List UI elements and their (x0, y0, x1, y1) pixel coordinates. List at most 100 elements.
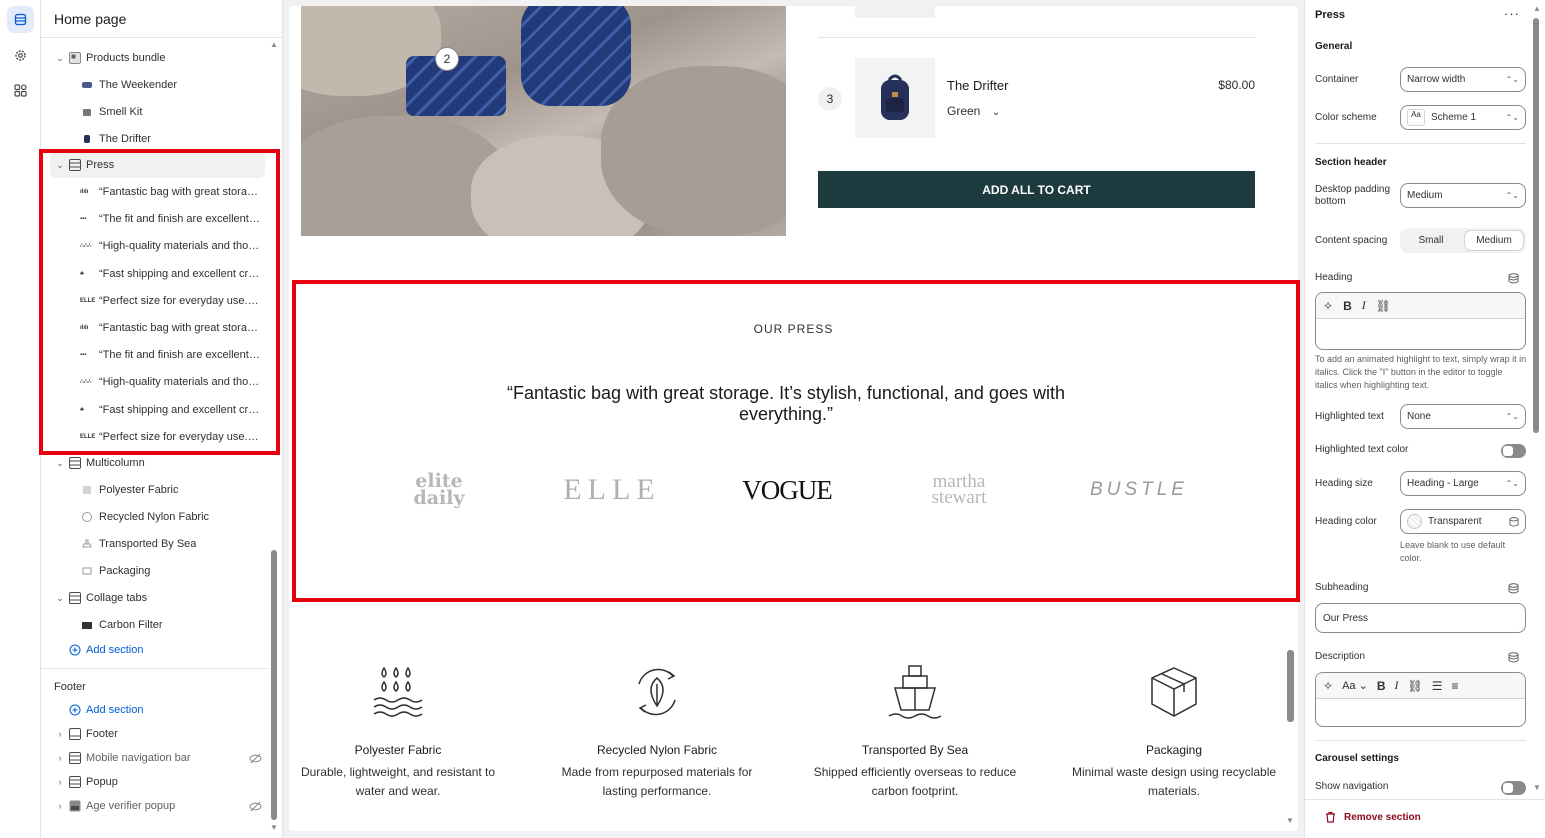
eye-hidden-icon[interactable] (249, 752, 262, 765)
block-row[interactable]: Polyester Fabric (41, 477, 268, 503)
chevron-right-icon[interactable]: › (55, 801, 65, 811)
spacing-option-small[interactable]: Small (1402, 230, 1460, 251)
numbered-list-icon[interactable]: ≡ (1451, 679, 1458, 693)
dynamic-source-icon[interactable] (1509, 516, 1519, 527)
product-thumbnail[interactable] (855, 58, 935, 138)
feature-title: Packaging (1145, 743, 1203, 757)
feature-description: Minimal waste design using recyclable ma… (1071, 765, 1277, 798)
remove-section-button[interactable]: Remove section (1325, 811, 1421, 823)
product-thumb-icon (82, 622, 92, 629)
highlighted-text-select[interactable]: None ⌃⌄ (1400, 404, 1526, 429)
product-name[interactable]: The Drifter (947, 78, 1008, 93)
highlight-press-section (292, 280, 1300, 602)
scroll-down-arrow[interactable]: ▼ (270, 823, 278, 832)
spacing-option-medium[interactable]: Medium (1464, 230, 1524, 251)
feature-description: Made from repurposed materials for lasti… (561, 765, 753, 798)
section-popup[interactable]: › Popup (41, 769, 268, 795)
column-icon (82, 567, 92, 575)
container-select[interactable]: Narrow width ⌃⌄ (1400, 67, 1526, 92)
dynamic-source-icon[interactable] (1508, 583, 1519, 594)
magic-icon[interactable]: ✧ (1323, 679, 1333, 693)
chevron-right-icon[interactable]: › (55, 753, 65, 763)
scroll-down-arrow[interactable]: ▼ (1286, 816, 1294, 825)
variant-select[interactable]: Green ⌄ (947, 104, 1000, 118)
section-collage-tabs[interactable]: ⌄ Collage tabs (41, 585, 268, 611)
hotspot-badge[interactable]: 2 (435, 47, 459, 71)
feature-title: Transported By Sea (861, 743, 969, 757)
bold-icon[interactable]: B (1377, 679, 1386, 693)
preview-scrollbar[interactable] (1287, 650, 1294, 722)
chevron-right-icon[interactable]: › (55, 777, 65, 787)
settings-panel: Press ··· General Container Narrow width… (1304, 0, 1545, 838)
settings-scrollbar[interactable] (1533, 18, 1539, 433)
dynamic-source-icon[interactable] (1508, 652, 1519, 663)
chevron-down-icon[interactable]: ⌄ (55, 458, 65, 468)
add-section-button[interactable]: Add section (41, 637, 268, 663)
product-thumb-icon (82, 82, 92, 88)
more-options-icon[interactable]: ··· (1504, 6, 1520, 21)
add-section-button[interactable]: Add section (41, 697, 268, 723)
add-all-to-cart-button[interactable]: ADD ALL TO CART (818, 171, 1255, 208)
section-mobile-nav[interactable]: › Mobile navigation bar (41, 745, 268, 771)
sections-icon[interactable] (7, 6, 34, 33)
scroll-up-arrow[interactable]: ▲ (1533, 4, 1541, 13)
italic-icon[interactable]: I (1362, 298, 1366, 313)
select-value: Medium (1407, 190, 1443, 201)
bold-icon[interactable]: B (1343, 299, 1352, 313)
group-heading: Carousel settings (1315, 753, 1399, 764)
block-row[interactable]: Packaging (41, 558, 268, 584)
image-section-icon (69, 800, 81, 812)
theme-editor: Home page ⌄ Products bundle The Weekende… (0, 0, 1545, 838)
block-row[interactable]: Carbon Filter (41, 612, 268, 638)
eye-hidden-icon[interactable] (249, 800, 262, 813)
scroll-up-arrow[interactable]: ▲ (270, 40, 278, 49)
chevron-down-icon[interactable]: ⌄ (55, 593, 65, 603)
link-icon[interactable]: ⛓ (1407, 679, 1422, 693)
apps-icon[interactable] (7, 77, 34, 104)
divider (1315, 143, 1526, 144)
highlighted-color-toggle[interactable] (1501, 444, 1526, 458)
heading-color-picker[interactable]: Transparent (1400, 509, 1526, 534)
heading-size-select[interactable]: Heading - Large ⌃⌄ (1400, 471, 1526, 496)
dynamic-source-icon[interactable] (1508, 273, 1519, 284)
block-label: The Weekender (99, 79, 178, 91)
transparent-swatch-icon (1407, 514, 1422, 529)
content-spacing-toggle: Small Medium (1400, 228, 1526, 253)
field-label: Subheading (1315, 582, 1369, 593)
block-row[interactable]: Smell Kit (41, 99, 268, 125)
font-style-dropdown[interactable]: Aa ⌄ (1342, 679, 1368, 692)
italic-icon[interactable]: I (1394, 678, 1398, 693)
gear-icon[interactable] (7, 42, 34, 69)
subheading-input[interactable]: Our Press (1315, 603, 1526, 633)
color-value: Transparent (1428, 516, 1482, 527)
footer-group-title: Footer (54, 681, 86, 693)
divider (41, 668, 268, 669)
desktop-padding-select[interactable]: Medium ⌃⌄ (1400, 183, 1526, 208)
description-editor[interactable]: ✧ Aa ⌄ B I ⛓ ☰ ≡ (1315, 672, 1526, 727)
link-icon[interactable]: ⛓ (1376, 299, 1391, 313)
section-footer[interactable]: › Footer (41, 721, 268, 747)
chevron-right-icon[interactable]: › (55, 729, 65, 739)
field-label: Heading size (1315, 478, 1373, 489)
heading-editor[interactable]: ✧ B I ⛓ (1315, 292, 1526, 350)
group-heading: Section header (1315, 157, 1387, 168)
remove-section-label: Remove section (1344, 811, 1421, 823)
add-section-label: Add section (86, 644, 144, 656)
help-text: Leave blank to use default color. (1400, 540, 1506, 563)
color-scheme-select[interactable]: Aa Scheme 1 ⌃⌄ (1400, 105, 1526, 130)
product-lifestyle-image: 2 (301, 6, 786, 236)
section-age-verifier[interactable]: › Age verifier popup (41, 793, 268, 819)
scroll-down-arrow[interactable]: ▼ (1533, 783, 1541, 792)
magic-icon[interactable]: ✧ (1323, 299, 1333, 313)
block-row[interactable]: The Weekender (41, 72, 268, 98)
chevron-down-icon[interactable]: ⌄ (55, 53, 65, 63)
block-row[interactable]: Transported By Sea (41, 531, 268, 557)
bullet-list-icon[interactable]: ☰ (1432, 679, 1443, 693)
sidebar-scrollbar[interactable] (271, 550, 277, 820)
block-row[interactable]: Recycled Nylon Fabric (41, 504, 268, 530)
section-products-bundle[interactable]: ⌄ Products bundle (41, 45, 268, 71)
feature-column: Recycled Nylon Fabric Made from repurpos… (552, 662, 762, 801)
show-navigation-toggle[interactable] (1501, 781, 1526, 795)
block-label: Transported By Sea (99, 538, 197, 550)
font-style-label: Aa (1342, 680, 1356, 692)
